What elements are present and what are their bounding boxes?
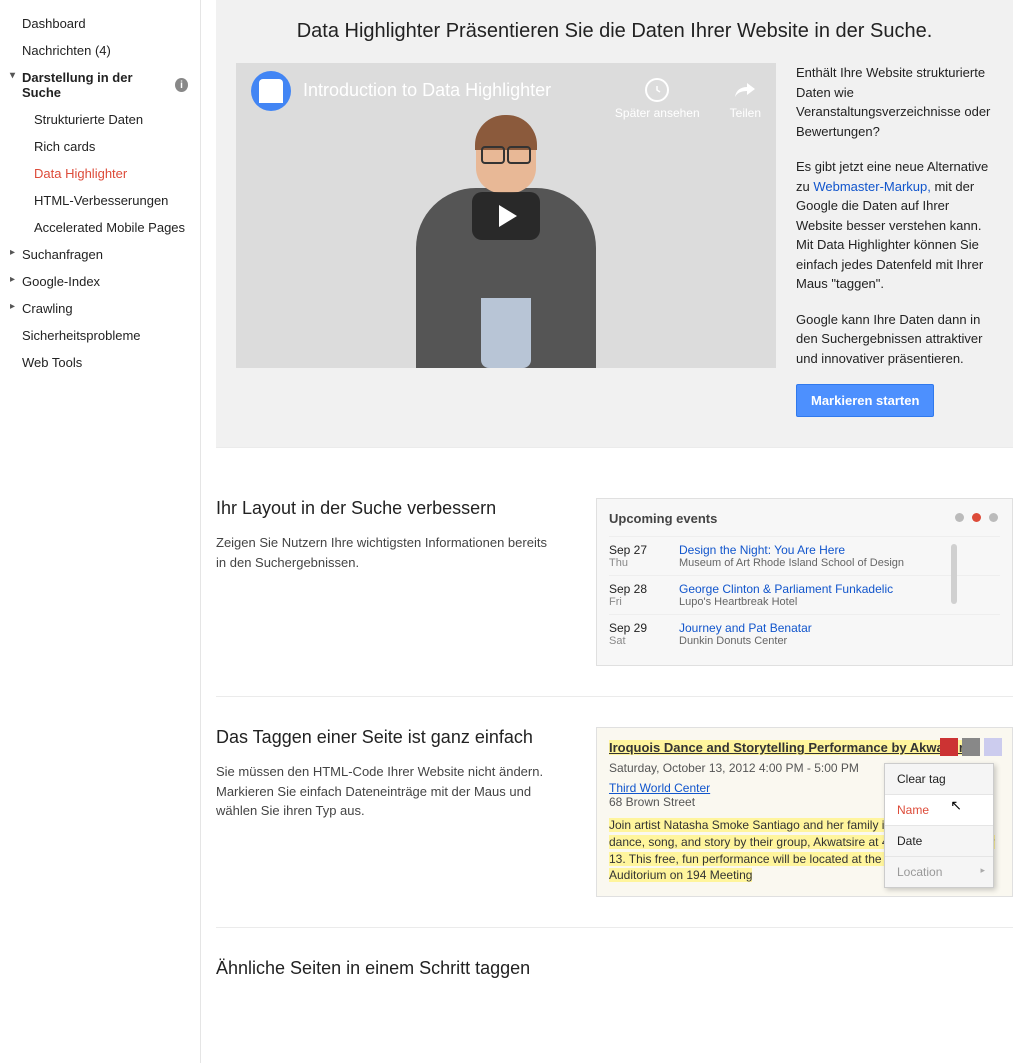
tagging-preview: Iroquois Dance and Storytelling Performa…: [596, 727, 1013, 897]
menu-location[interactable]: Location: [885, 857, 993, 887]
share-icon: [733, 79, 757, 102]
menu-date[interactable]: Date: [885, 826, 993, 857]
event-date: Sep 27Thu: [609, 543, 679, 569]
info-icon[interactable]: i: [175, 78, 188, 92]
page-icon: [984, 738, 1002, 756]
webmaster-markup-link[interactable]: Webmaster-Markup,: [813, 179, 931, 194]
share-button[interactable]: Teilen: [730, 79, 761, 120]
section-layout-text: Zeigen Sie Nutzern Ihre wichtigsten Info…: [216, 533, 556, 572]
event-row: Sep 27ThuDesign the Night: You Are HereM…: [609, 536, 1000, 575]
menu-clear-tag[interactable]: Clear tag: [885, 764, 993, 795]
sidebar: Dashboard Nachrichten (4) Darstellung in…: [0, 0, 200, 1063]
section-layout: Ihr Layout in der Suche verbessern Zeige…: [216, 478, 1013, 697]
section-tagging: Das Taggen einer Seite ist ganz einfach …: [216, 707, 1013, 928]
sidebar-suchanfragen[interactable]: Suchanfragen: [0, 241, 200, 268]
main-content: Data Highlighter Präsentieren Sie die Da…: [200, 0, 1028, 1063]
clock-icon: [645, 78, 669, 102]
sidebar-rich-cards[interactable]: Rich cards: [0, 133, 200, 160]
event-date: Sep 29Sat: [609, 621, 679, 647]
video-player[interactable]: Introduction to Data Highlighter Später …: [236, 63, 776, 368]
section-tagging-text: Sie müssen den HTML-Code Ihrer Website n…: [216, 762, 556, 821]
event-date: Sep 28Fri: [609, 582, 679, 608]
flag-icon: [940, 738, 958, 756]
sidebar-darstellung[interactable]: Darstellung in der Suche: [0, 64, 175, 106]
sidebar-amp[interactable]: Accelerated Mobile Pages: [0, 214, 200, 241]
sidebar-dashboard[interactable]: Dashboard: [0, 10, 200, 37]
section-layout-heading: Ihr Layout in der Suche verbessern: [216, 498, 556, 519]
start-highlighting-button[interactable]: Markieren starten: [796, 384, 934, 417]
sidebar-strukturierte-daten[interactable]: Strukturierte Daten: [0, 106, 200, 133]
event-title[interactable]: Journey and Pat Benatar: [679, 621, 1000, 635]
menu-name[interactable]: Name: [885, 795, 993, 826]
events-preview: Upcoming events Sep 27ThuDesign the Nigh…: [596, 498, 1013, 666]
hero-description: Enthält Ihre Website strukturierte Daten…: [796, 63, 993, 417]
carousel-dots[interactable]: [955, 513, 998, 522]
sidebar-sicherheit[interactable]: Sicherheitsprobleme: [0, 322, 200, 349]
hero-title: Data Highlighter Präsentieren Sie die Da…: [216, 20, 1013, 43]
sidebar-data-highlighter[interactable]: Data Highlighter: [0, 160, 200, 187]
dot-2[interactable]: [972, 513, 981, 522]
sidebar-web-tools[interactable]: Web Tools: [0, 349, 200, 376]
scrollbar-icon: [951, 544, 957, 604]
cursor-icon: ↖: [950, 797, 962, 814]
event-venue: Dunkin Donuts Center: [679, 635, 1000, 647]
tag-context-menu: Clear tag Name Date Location: [884, 763, 994, 888]
events-header: Upcoming events: [609, 511, 1000, 526]
hero-section: Data Highlighter Präsentieren Sie die Da…: [216, 0, 1013, 448]
watch-later-button[interactable]: Später ansehen: [615, 78, 700, 120]
channel-avatar-icon[interactable]: [251, 71, 291, 111]
dot-3[interactable]: [989, 513, 998, 522]
section-tagging-heading: Das Taggen einer Seite ist ganz einfach: [216, 727, 556, 748]
sidebar-google-index[interactable]: Google-Index: [0, 268, 200, 295]
video-title: Introduction to Data Highlighter: [303, 80, 551, 101]
section-similar: Ähnliche Seiten in einem Schritt taggen: [216, 938, 1013, 1023]
event-row: Sep 29SatJourney and Pat BenatarDunkin D…: [609, 614, 1000, 653]
sidebar-crawling[interactable]: Crawling: [0, 295, 200, 322]
calendar-icon: [962, 738, 980, 756]
section-similar-heading: Ähnliche Seiten in einem Schritt taggen: [216, 958, 556, 979]
dot-1[interactable]: [955, 513, 964, 522]
play-button[interactable]: [472, 192, 540, 240]
tagged-title: Iroquois Dance and Storytelling Performa…: [609, 740, 976, 755]
tag-type-icons: [940, 738, 1002, 756]
sidebar-nachrichten[interactable]: Nachrichten (4): [0, 37, 200, 64]
event-row: Sep 28FriGeorge Clinton & Parliament Fun…: [609, 575, 1000, 614]
sidebar-html-verbesserungen[interactable]: HTML-Verbesserungen: [0, 187, 200, 214]
